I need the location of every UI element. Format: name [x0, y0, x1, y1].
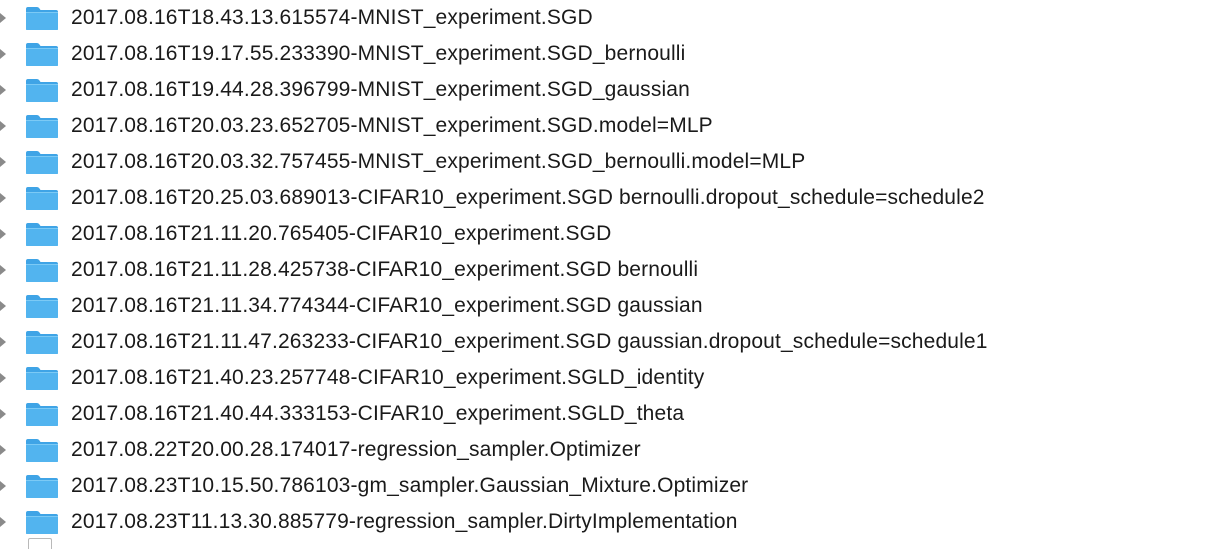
folder-row[interactable]: 2017.08.16T21.40.23.257748-CIFAR10_exper…	[0, 360, 1208, 396]
folder-name[interactable]: 2017.08.23T11.13.30.885779-regression_sa…	[71, 509, 738, 535]
disclosure-triangle-icon[interactable]	[0, 337, 6, 347]
folder-row[interactable]: 2017.08.16T21.11.34.774344-CIFAR10_exper…	[0, 288, 1208, 324]
folder-icon	[26, 331, 58, 354]
folder-icon	[26, 223, 58, 246]
folder-row[interactable]: 2017.08.16T19.17.55.233390-MNIST_experim…	[0, 36, 1208, 72]
folder-icon	[26, 151, 58, 174]
folder-icon	[26, 295, 58, 318]
folder-row[interactable]: 2017.08.16T20.25.03.689013-CIFAR10_exper…	[0, 180, 1208, 216]
folder-row[interactable]: 2017.08.16T21.40.44.333153-CIFAR10_exper…	[0, 396, 1208, 432]
folder-row[interactable]: 2017.08.16T18.43.13.615574-MNIST_experim…	[0, 0, 1208, 36]
folder-name[interactable]: 2017.08.16T20.25.03.689013-CIFAR10_exper…	[71, 185, 985, 211]
folder-name[interactable]: 2017.08.16T21.11.28.425738-CIFAR10_exper…	[71, 257, 698, 283]
folder-row[interactable]: 2017.08.16T21.11.47.263233-CIFAR10_exper…	[0, 324, 1208, 360]
folder-icon	[26, 79, 58, 102]
disclosure-triangle-icon[interactable]	[0, 157, 6, 167]
disclosure-triangle-icon[interactable]	[0, 49, 6, 59]
disclosure-triangle-icon[interactable]	[0, 373, 6, 383]
folder-name[interactable]: 2017.08.16T19.17.55.233390-MNIST_experim…	[71, 41, 685, 67]
folder-icon	[26, 259, 58, 282]
disclosure-triangle-icon[interactable]	[0, 85, 6, 95]
folder-name[interactable]: 2017.08.16T20.03.32.757455-MNIST_experim…	[71, 149, 805, 175]
disclosure-triangle-icon[interactable]	[0, 409, 6, 419]
folder-row[interactable]: 2017.08.22T20.00.28.174017-regression_sa…	[0, 432, 1208, 468]
folder-icon	[26, 475, 58, 498]
disclosure-triangle-icon[interactable]	[0, 193, 6, 203]
disclosure-triangle-icon[interactable]	[0, 265, 6, 275]
folder-icon	[26, 367, 58, 390]
folder-name[interactable]: 2017.08.16T21.40.23.257748-CIFAR10_exper…	[71, 365, 704, 391]
folder-icon	[26, 439, 58, 462]
disclosure-triangle-icon[interactable]	[0, 229, 6, 239]
disclosure-triangle-icon[interactable]	[0, 121, 6, 131]
folder-name[interactable]: 2017.08.16T19.44.28.396799-MNIST_experim…	[71, 77, 690, 103]
folder-name[interactable]: 2017.08.16T21.40.44.333153-CIFAR10_exper…	[71, 401, 684, 427]
folder-icon	[26, 403, 58, 426]
folder-row[interactable]: 2017.08.16T21.11.20.765405-CIFAR10_exper…	[0, 216, 1208, 252]
folder-row[interactable]: 2017.08.16T20.03.32.757455-MNIST_experim…	[0, 144, 1208, 180]
folder-icon	[26, 115, 58, 138]
folder-icon	[26, 187, 58, 210]
folder-row[interactable]: 2017.08.16T21.11.28.425738-CIFAR10_exper…	[0, 252, 1208, 288]
finder-file-list: 2017.08.16T18.43.13.615574-MNIST_experim…	[0, 0, 1208, 549]
folder-name[interactable]: 2017.08.16T20.03.23.652705-MNIST_experim…	[71, 113, 713, 139]
folder-icon	[26, 7, 58, 30]
disclosure-triangle-icon[interactable]	[0, 13, 6, 23]
folder-row[interactable]: 2017.08.16T20.03.23.652705-MNIST_experim…	[0, 108, 1208, 144]
folder-icon	[26, 511, 58, 534]
disclosure-triangle-icon[interactable]	[0, 301, 6, 311]
folder-icon	[26, 43, 58, 66]
folder-name[interactable]: 2017.08.16T21.11.20.765405-CIFAR10_exper…	[71, 221, 611, 247]
folder-name[interactable]: 2017.08.23T10.15.50.786103-gm_sampler.Ga…	[71, 473, 748, 499]
folder-row[interactable]: 2017.08.23T11.13.30.885779-regression_sa…	[0, 504, 1208, 540]
disclosure-triangle-icon[interactable]	[0, 481, 6, 491]
folder-row[interactable]: 2017.08.16T19.44.28.396799-MNIST_experim…	[0, 72, 1208, 108]
disclosure-triangle-icon[interactable]	[0, 517, 6, 527]
folder-name[interactable]: 2017.08.16T21.11.34.774344-CIFAR10_exper…	[71, 293, 703, 319]
folder-name[interactable]: 2017.08.22T20.00.28.174017-regression_sa…	[71, 437, 641, 463]
folder-name[interactable]: 2017.08.16T21.11.47.263233-CIFAR10_exper…	[71, 329, 988, 355]
folder-name[interactable]: 2017.08.16T18.43.13.615574-MNIST_experim…	[71, 5, 593, 31]
disclosure-triangle-icon[interactable]	[0, 445, 6, 455]
folder-row[interactable]: 2017.08.23T10.15.50.786103-gm_sampler.Ga…	[0, 468, 1208, 504]
